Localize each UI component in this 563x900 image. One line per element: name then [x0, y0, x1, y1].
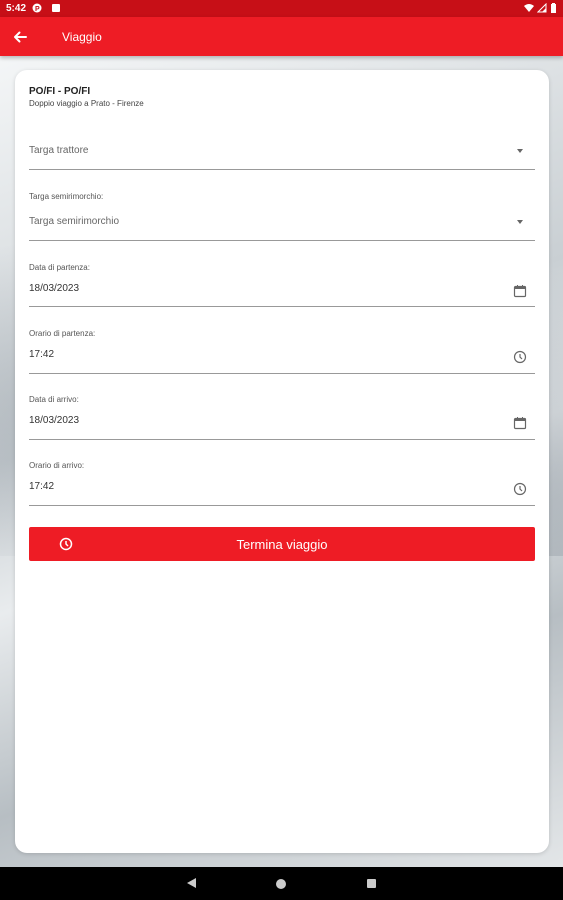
calendar-icon[interactable] — [513, 416, 527, 430]
nav-home-icon[interactable] — [276, 879, 286, 889]
sim-notification-icon — [52, 4, 60, 12]
orario-arrivo-field[interactable]: Orario di arrivo: 17:42 — [29, 461, 535, 506]
status-bar: 5:42 P — [0, 0, 563, 17]
targa-trattore-placeholder: Targa trattore — [29, 145, 89, 156]
trip-card: PO/FI - PO/FI Doppio viaggio a Prato - F… — [15, 70, 549, 853]
svg-text:P: P — [35, 6, 40, 13]
calendar-icon[interactable] — [513, 284, 527, 298]
orario-partenza-label: Orario di partenza: — [29, 329, 96, 338]
field-underline — [29, 373, 535, 374]
targa-semirimorchio-placeholder: Targa semirimorchio — [29, 216, 120, 227]
app-notification-icon: P — [32, 3, 42, 13]
status-time: 5:42 — [6, 3, 27, 14]
orario-partenza-field[interactable]: Orario di partenza: 17:42 — [29, 329, 535, 374]
wifi-icon — [524, 4, 534, 12]
targa-trattore-dropdown[interactable]: Targa trattore — [29, 132, 535, 172]
clock-icon[interactable] — [513, 350, 527, 364]
field-underline — [29, 240, 535, 241]
data-partenza-value: 18/03/2023 — [29, 283, 80, 294]
orario-arrivo-value: 17:42 — [29, 481, 55, 492]
data-partenza-field[interactable]: Data di partenza: 18/03/2023 — [29, 263, 535, 308]
targa-semirimorchio-dropdown[interactable]: Targa semirimorchio: Targa semirimorchio — [29, 192, 535, 244]
field-underline — [29, 169, 535, 170]
orario-partenza-value: 17:42 — [29, 349, 55, 360]
termina-viaggio-label: Termina viaggio — [236, 537, 328, 552]
field-underline — [29, 505, 535, 506]
dropdown-arrow-icon — [517, 220, 523, 224]
system-nav-bar — [0, 867, 563, 900]
clock-icon[interactable] — [513, 482, 527, 496]
signal-icon — [537, 3, 547, 13]
data-arrivo-field[interactable]: Data di arrivo: 18/03/2023 — [29, 395, 535, 440]
field-underline — [29, 439, 535, 440]
termina-viaggio-button[interactable]: Termina viaggio — [29, 527, 535, 561]
nav-back-icon[interactable] — [187, 878, 196, 888]
trip-code: PO/FI - PO/FI — [29, 86, 91, 97]
trip-description: Doppio viaggio a Prato - Firenze — [29, 99, 144, 108]
arrow-back-icon[interactable] — [9, 26, 31, 48]
field-underline — [29, 306, 535, 307]
battery-icon — [551, 3, 556, 13]
data-partenza-label: Data di partenza: — [29, 263, 90, 272]
app-bar: Viaggio — [0, 17, 563, 56]
nav-recents-icon[interactable] — [367, 879, 376, 888]
data-arrivo-value: 18/03/2023 — [29, 415, 80, 426]
targa-semirimorchio-label: Targa semirimorchio: — [29, 192, 104, 201]
orario-arrivo-label: Orario di arrivo: — [29, 461, 85, 470]
page-title: Viaggio — [62, 30, 102, 44]
dropdown-arrow-icon — [517, 149, 523, 153]
data-arrivo-label: Data di arrivo: — [29, 395, 79, 404]
